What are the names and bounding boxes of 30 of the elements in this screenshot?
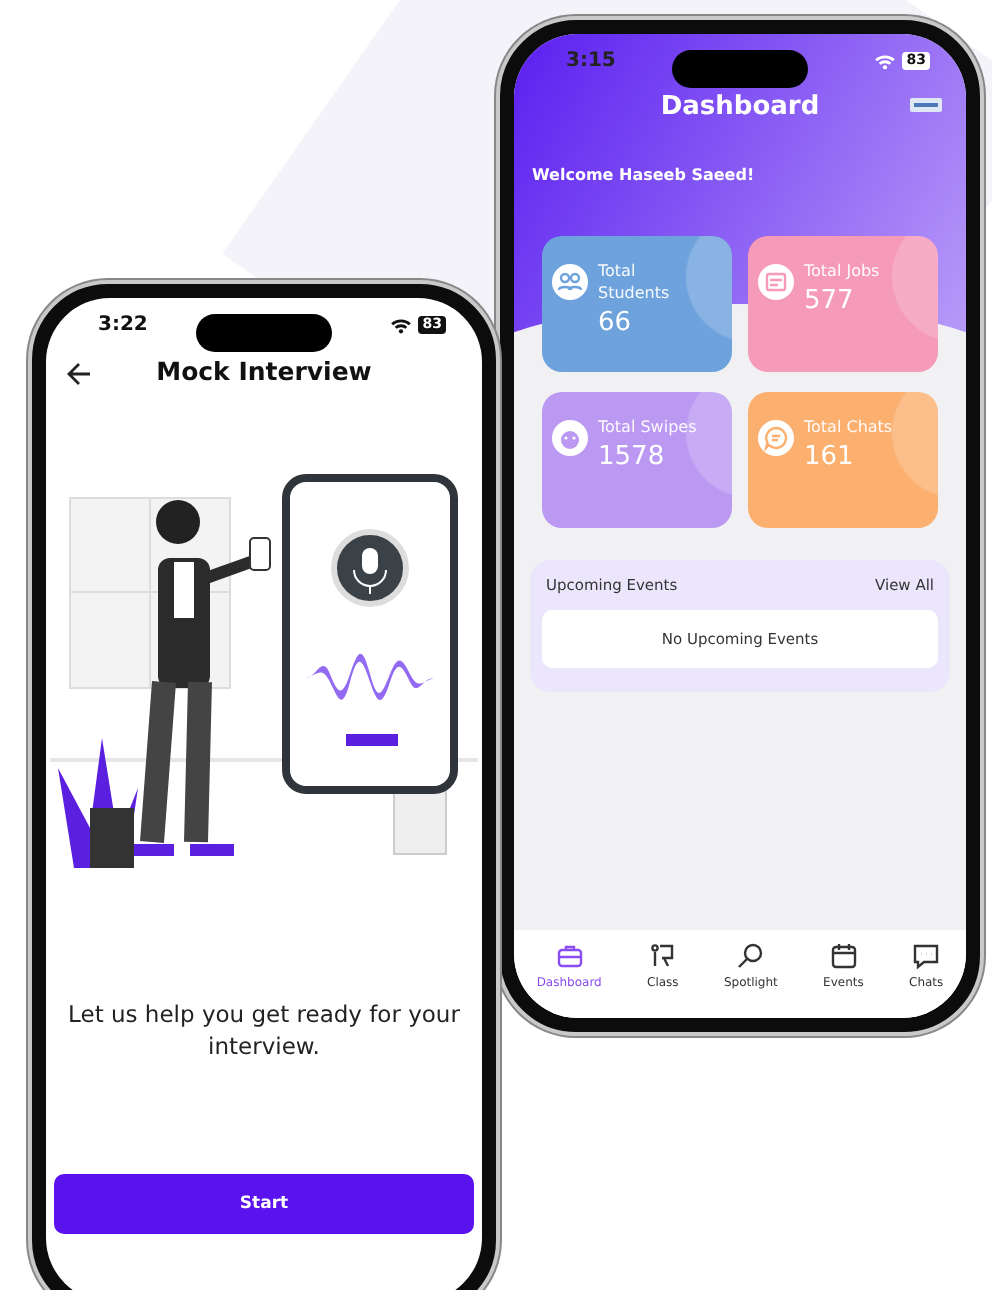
stat-label: Total Jobs: [804, 260, 882, 282]
stat-value: 1578: [598, 442, 667, 472]
screen-title: Dashboard: [660, 92, 820, 122]
search-icon: [736, 942, 765, 970]
chat-bubble-icon: [912, 942, 941, 970]
face-icon: [552, 420, 588, 456]
start-button[interactable]: Start: [54, 1174, 474, 1234]
id-card-icon: [758, 264, 794, 300]
stat-value: 66: [598, 308, 634, 338]
welcome-message: Welcome Haseeb Saeed!: [532, 166, 757, 184]
calendar-icon: [829, 942, 858, 970]
logo-icon: [910, 98, 942, 112]
people-icon: [552, 264, 588, 300]
wifi-icon: [874, 53, 897, 69]
chat-bubble-icon: [758, 420, 794, 456]
stat-value: 161: [804, 442, 856, 472]
screen-title: Mock Interview: [156, 356, 372, 386]
stat-label: Total Swipes: [598, 416, 699, 438]
status-time: 3:15: [566, 50, 616, 72]
briefcase-icon: [555, 942, 584, 970]
camera-notch: [196, 314, 332, 352]
back-arrow-icon[interactable]: [66, 362, 92, 386]
status-time: 3:22: [98, 314, 148, 336]
stat-label: Total Students: [598, 260, 672, 304]
intro-message: Let us help you get ready for your interview.: [66, 998, 462, 1062]
teacher-board-icon: [648, 942, 677, 970]
stat-value: 577: [804, 286, 856, 316]
wifi-icon: [390, 317, 413, 333]
camera-notch: [672, 50, 808, 88]
stat-label: Total Chats: [804, 416, 895, 438]
